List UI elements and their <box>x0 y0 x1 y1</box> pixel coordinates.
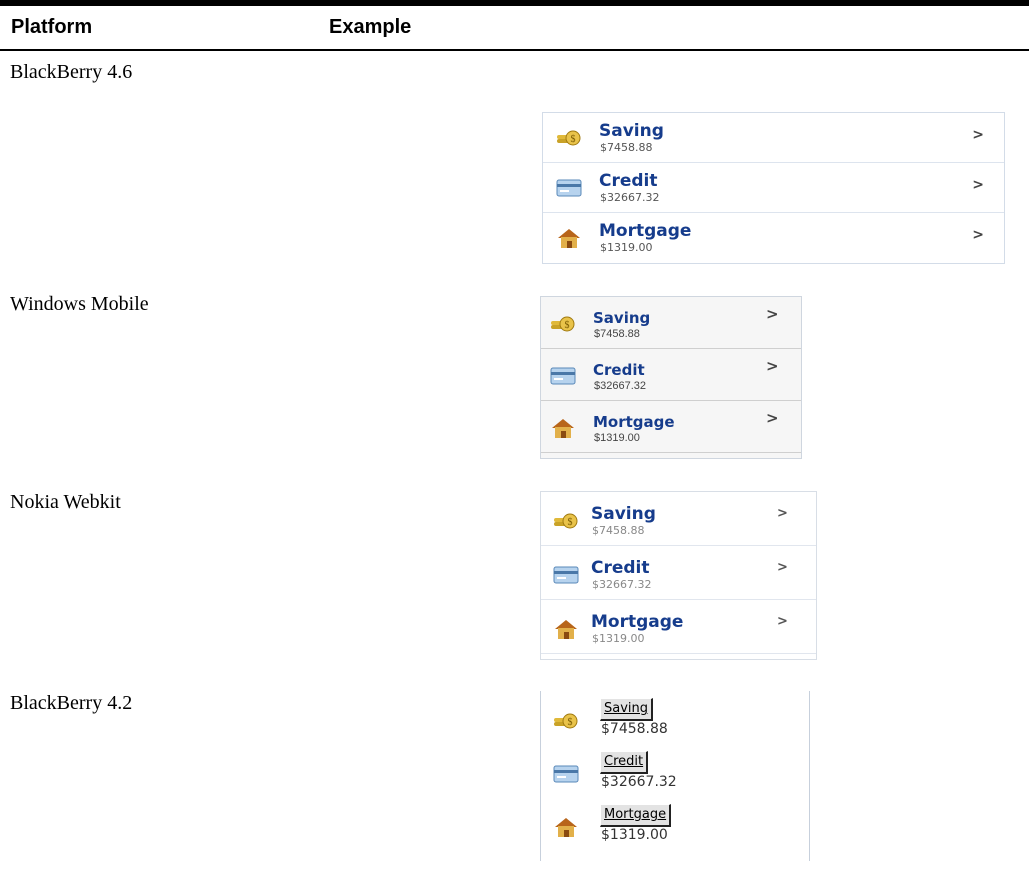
platform-name: BlackBerry 4.6 <box>10 61 133 83</box>
chevron-right-icon: > <box>766 305 779 323</box>
row-amount: $7458.88 <box>592 524 645 537</box>
list-item: Mortgage $1319.00 <box>541 797 809 850</box>
svg-text:$: $ <box>565 320 570 331</box>
row-amount: $32667.32 <box>600 191 660 204</box>
row-amount: $32667.32 <box>592 578 652 591</box>
row-title: Saving <box>599 121 664 141</box>
chevron-right-icon: > <box>777 614 788 629</box>
row-title: Credit <box>593 361 645 379</box>
platform-name: Nokia Webkit <box>10 491 121 513</box>
chevron-right-icon: > <box>972 177 984 193</box>
list-item[interactable]: $ Saving $7458.88 > <box>541 297 801 349</box>
chevron-right-icon: > <box>766 409 779 427</box>
credit-button[interactable]: Credit <box>600 751 649 774</box>
header-rule <box>0 49 1029 51</box>
svg-text:$: $ <box>568 717 573 728</box>
list-item[interactable]: $ Saving $7458.88 > <box>541 492 816 546</box>
chevron-right-icon: > <box>766 357 779 375</box>
svg-text:$: $ <box>571 134 576 145</box>
chevron-right-icon: > <box>777 560 788 575</box>
list-item: $ Saving $7458.88 <box>541 691 809 744</box>
row-title: Mortgage <box>599 221 692 241</box>
list-item[interactable]: Credit $32667.32 > <box>541 546 816 600</box>
list-item[interactable]: Credit $32667.32 > <box>543 163 1004 213</box>
row-amount: $1319.00 <box>592 632 645 645</box>
platform-name: BlackBerry 4.2 <box>10 692 133 714</box>
example-list-blackberry-42: $ Saving $7458.88 Credit $32667.32 Mortg… <box>540 691 810 861</box>
row-title: Credit <box>591 558 650 578</box>
example-list-nokia-webkit: $ Saving $7458.88 > Credit $32667.32 > M… <box>540 491 817 660</box>
row-amount: $1319.00 <box>600 241 653 254</box>
saving-button[interactable]: Saving <box>600 698 654 721</box>
coins-icon: $ <box>553 510 579 532</box>
list-item[interactable]: Mortgage $1319.00 > <box>541 401 801 453</box>
row-title: Saving <box>593 309 651 327</box>
coins-icon: $ <box>550 313 576 335</box>
chevron-right-icon: > <box>972 227 984 243</box>
list-item[interactable]: Credit $32667.32 > <box>541 349 801 401</box>
mortgage-button[interactable]: Mortgage <box>600 804 672 827</box>
row-amount: $1319.00 <box>601 827 668 843</box>
credit-card-icon <box>556 177 582 199</box>
row-title: Credit <box>599 171 658 191</box>
row-amount: $32667.32 <box>601 774 677 790</box>
example-list-blackberry-46: $ Saving $7458.88 > Credit $32667.32 > M… <box>542 112 1005 264</box>
house-icon <box>553 816 579 838</box>
table-top-rule <box>0 0 1029 6</box>
row-amount: $7458.88 <box>594 328 640 340</box>
coins-icon: $ <box>556 127 582 149</box>
house-icon <box>550 417 576 439</box>
credit-card-icon <box>550 365 576 387</box>
row-title: Saving <box>591 504 656 524</box>
example-list-windows-mobile: $ Saving $7458.88 > Credit $32667.32 > M… <box>540 296 802 459</box>
platform-name: Windows Mobile <box>10 293 149 315</box>
row-amount: $7458.88 <box>601 721 668 737</box>
credit-card-icon <box>553 564 579 586</box>
credit-card-icon <box>553 763 579 785</box>
list-item[interactable]: Mortgage $1319.00 > <box>543 213 1004 263</box>
list-item[interactable]: Mortgage $1319.00 > <box>541 600 816 654</box>
svg-text:$: $ <box>568 517 573 528</box>
chevron-right-icon: > <box>972 127 984 143</box>
house-icon <box>556 227 582 249</box>
column-header-platform: Platform <box>11 16 93 38</box>
house-icon <box>553 618 579 640</box>
list-item[interactable]: $ Saving $7458.88 > <box>543 113 1004 163</box>
row-amount: $7458.88 <box>600 141 653 154</box>
list-item: Credit $32667.32 <box>541 744 809 797</box>
row-amount: $32667.32 <box>594 380 646 392</box>
coins-icon: $ <box>553 710 579 732</box>
row-amount: $1319.00 <box>594 432 640 444</box>
chevron-right-icon: > <box>777 506 788 521</box>
row-title: Mortgage <box>593 413 675 431</box>
column-header-example: Example <box>329 16 412 38</box>
row-title: Mortgage <box>591 612 684 632</box>
